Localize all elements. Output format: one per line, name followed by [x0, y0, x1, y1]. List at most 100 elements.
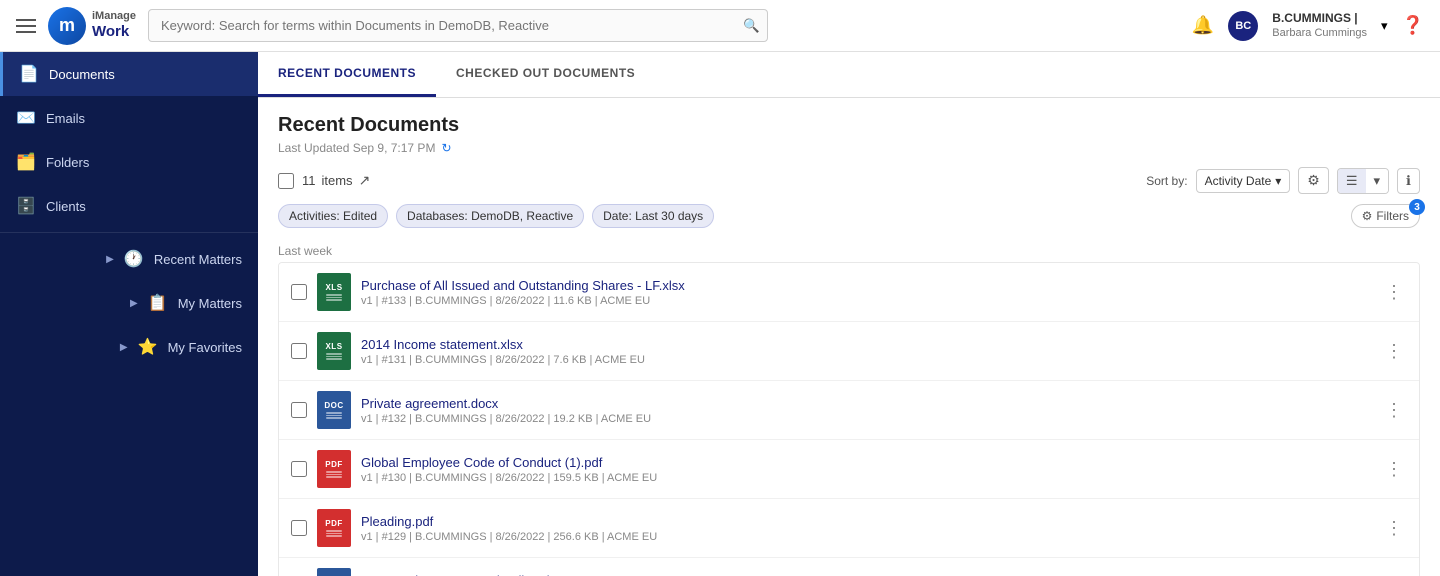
tab-recent-documents[interactable]: RECENT DOCUMENTS: [258, 52, 436, 97]
row-checkbox[interactable]: [291, 461, 307, 477]
table-row: DOC Private agreement.docx v1 | #132 | B…: [279, 381, 1419, 440]
filter-chips: Activities: Edited Databases: DemoDB, Re…: [278, 204, 1420, 228]
doc-meta-text: v1 | #131 | B.CUMMINGS | 8/26/2022 | 7.6…: [361, 354, 645, 366]
row-checkbox[interactable]: [291, 402, 307, 418]
sort-by-label: Sort by:: [1146, 174, 1187, 188]
more-options-button[interactable]: ⋮: [1381, 278, 1407, 307]
items-count-number: 11: [302, 173, 316, 188]
sidebar-item-label: Recent Matters: [154, 252, 242, 267]
filters-icon: ⚙: [1362, 209, 1373, 223]
document-name[interactable]: Global Employee Code of Conduct (1).pdf: [361, 455, 1371, 470]
sidebar-item-recent-matters[interactable]: ▶ 🕐 Recent Matters: [0, 237, 258, 281]
recent-matters-icon: 🕐: [124, 249, 144, 269]
filters-label: Filters: [1376, 209, 1409, 223]
sidebar-item-clients[interactable]: 🗄️ Clients: [0, 184, 258, 228]
sidebar: 📄 Documents ✉️ Emails 🗂️ Folders 🗄️ Clie…: [0, 52, 258, 576]
search-bar: 🔍: [148, 9, 768, 42]
help-icon[interactable]: ❓: [1402, 15, 1424, 36]
doc-meta-text: v1 | #129 | B.CUMMINGS | 8/26/2022 | 256…: [361, 531, 657, 543]
document-meta: v1 | #130 | B.CUMMINGS | 8/26/2022 | 159…: [361, 472, 1371, 484]
table-row: XLS Purchase of All Issued and Outstandi…: [279, 263, 1419, 322]
chevron-right-icon: ▶: [120, 342, 128, 353]
search-button[interactable]: 🔍: [743, 18, 760, 34]
notifications-icon[interactable]: 🔔: [1192, 15, 1214, 36]
document-name[interactable]: Pleading.pdf: [361, 514, 1371, 529]
tab-checked-out-documents[interactable]: CHECKED OUT DOCUMENTS: [436, 52, 655, 97]
clients-icon: 🗄️: [16, 196, 36, 216]
document-meta: v1 | #133 | B.CUMMINGS | 8/26/2022 | 11.…: [361, 295, 1371, 307]
more-options-button[interactable]: ⋮: [1381, 396, 1407, 425]
table-row: PDF Global Employee Code of Conduct (1).…: [279, 440, 1419, 499]
content-area: RECENT DOCUMENTS CHECKED OUT DOCUMENTS R…: [258, 52, 1440, 576]
chevron-right-icon: ▶: [130, 298, 138, 309]
doc-meta-text: v1 | #130 | B.CUMMINGS | 8/26/2022 | 159…: [361, 472, 657, 484]
more-options-button[interactable]: ⋮: [1381, 573, 1407, 576]
document-name[interactable]: Purchase of All Issued and Outstanding S…: [361, 278, 1371, 293]
more-options-button[interactable]: ⋮: [1381, 514, 1407, 543]
brand-bottom: Work: [92, 23, 136, 41]
filter-chip-databases[interactable]: Databases: DemoDB, Reactive: [396, 204, 584, 228]
search-input[interactable]: [148, 9, 768, 42]
chevron-right-icon: ▶: [106, 254, 114, 265]
sort-value: Activity Date: [1205, 174, 1272, 188]
more-options-button[interactable]: ⋮: [1381, 455, 1407, 484]
sidebar-item-documents[interactable]: 📄 Documents: [0, 52, 258, 96]
file-icon-docx: DOC: [317, 568, 351, 576]
document-meta: v1 | #131 | B.CUMMINGS | 8/26/2022 | 7.6…: [361, 354, 1371, 366]
brand-top: iManage: [92, 10, 136, 23]
refresh-icon[interactable]: ↻: [441, 141, 451, 155]
user-menu-chevron[interactable]: ▾: [1381, 18, 1388, 34]
sidebar-item-emails[interactable]: ✉️ Emails: [0, 96, 258, 140]
sidebar-item-label: Emails: [46, 111, 85, 126]
filter-chip-date[interactable]: Date: Last 30 days: [592, 204, 714, 228]
document-list: XLS Purchase of All Issued and Outstandi…: [278, 262, 1420, 576]
username: B.CUMMINGS |: [1272, 11, 1367, 27]
table-row: PDF Pleading.pdf v1 | #129 | B.CUMMINGS …: [279, 499, 1419, 558]
filters-button[interactable]: ⚙ Filters 3: [1351, 204, 1420, 228]
sort-select[interactable]: Activity Date ▾: [1196, 169, 1291, 193]
row-checkbox[interactable]: [291, 284, 307, 300]
filter-button[interactable]: ⚙: [1298, 167, 1329, 194]
menu-toggle[interactable]: [16, 19, 36, 33]
export-icon[interactable]: ↗: [359, 172, 371, 189]
section-label: Last week: [278, 238, 1420, 262]
avatar[interactable]: BC: [1228, 11, 1258, 41]
document-name[interactable]: 2014 Income statement.xlsx: [361, 337, 1371, 352]
more-options-button[interactable]: ⋮: [1381, 337, 1407, 366]
sidebar-item-label: Documents: [49, 67, 115, 82]
list-view-button[interactable]: ☰: [1338, 169, 1366, 193]
items-label: items: [322, 173, 353, 188]
sidebar-item-folders[interactable]: 🗂️ Folders: [0, 140, 258, 184]
file-icon-xlsx: XLS: [317, 332, 351, 370]
filter-chip-activities[interactable]: Activities: Edited: [278, 204, 388, 228]
logo-icon: m: [48, 7, 86, 45]
fullname: Barbara Cummings: [1272, 26, 1367, 40]
toolbar: 11 items ↗ Sort by: Activity Date ▾ ⚙ ☰ …: [278, 167, 1420, 194]
topbar: m iManage Work 🔍 🔔 BC B.CUMMINGS | Barba…: [0, 0, 1440, 52]
table-row: XLS 2014 Income statement.xlsx v1 | #131…: [279, 322, 1419, 381]
last-updated: Last Updated Sep 9, 7:17 PM ↻: [278, 141, 1420, 155]
grid-view-button[interactable]: ▾: [1366, 169, 1389, 193]
my-matters-icon: 📋: [148, 293, 168, 313]
select-all-checkbox[interactable]: [278, 173, 294, 189]
filters-badge: 3: [1409, 199, 1425, 215]
document-name[interactable]: Los Angeles County - Pleading.docx: [361, 573, 1371, 576]
document-meta: v1 | #132 | B.CUMMINGS | 8/26/2022 | 19.…: [361, 413, 1371, 425]
sidebar-item-label: My Matters: [178, 296, 242, 311]
logo: m iManage Work: [48, 7, 136, 45]
row-checkbox[interactable]: [291, 343, 307, 359]
tabs-bar: RECENT DOCUMENTS CHECKED OUT DOCUMENTS: [258, 52, 1440, 98]
row-checkbox[interactable]: [291, 520, 307, 536]
documents-icon: 📄: [19, 64, 39, 84]
sidebar-item-label: My Favorites: [168, 340, 242, 355]
topbar-right: 🔔 BC B.CUMMINGS | Barbara Cummings ▾ ❓: [1192, 11, 1424, 41]
view-toggle: ☰ ▾: [1337, 168, 1389, 194]
file-icon-docx: DOC: [317, 391, 351, 429]
document-name[interactable]: Private agreement.docx: [361, 396, 1371, 411]
doc-meta-text: v1 | #132 | B.CUMMINGS | 8/26/2022 | 19.…: [361, 413, 651, 425]
info-button[interactable]: ℹ: [1397, 168, 1420, 194]
sidebar-item-my-favorites[interactable]: ▶ ⭐ My Favorites: [0, 325, 258, 369]
sidebar-item-my-matters[interactable]: ▶ 📋 My Matters: [0, 281, 258, 325]
sidebar-item-label: Folders: [46, 155, 89, 170]
doc-meta-text: v1 | #133 | B.CUMMINGS | 8/26/2022 | 11.…: [361, 295, 650, 307]
